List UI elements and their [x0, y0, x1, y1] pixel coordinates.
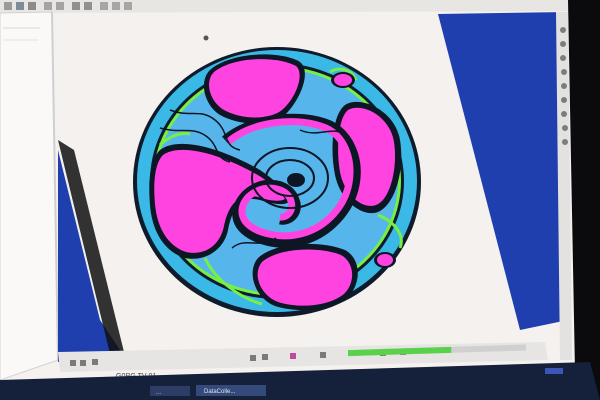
status-icon[interactable]	[92, 359, 98, 365]
status-icon[interactable]	[262, 354, 268, 360]
tool-icon[interactable]	[561, 83, 567, 89]
status-icon[interactable]	[80, 360, 86, 366]
pan-icon[interactable]	[112, 2, 120, 10]
tool-icon[interactable]	[560, 55, 566, 61]
status-icon[interactable]	[290, 353, 296, 359]
small-pocket-fill	[334, 74, 352, 86]
cad-model	[133, 47, 421, 317]
center-hole	[287, 173, 305, 187]
zoom-icon[interactable]	[100, 2, 108, 10]
rotate-icon[interactable]	[124, 2, 132, 10]
tool-icon[interactable]	[562, 139, 568, 145]
new-icon[interactable]	[4, 2, 12, 10]
photo-of-monitor: G0RG TV-01 ... DataColle...	[0, 0, 600, 400]
taskbar-app-label: DataColle...	[204, 389, 236, 395]
save-icon[interactable]	[28, 2, 36, 10]
undo-icon[interactable]	[44, 2, 52, 10]
mouse-cursor-icon	[203, 35, 209, 41]
left-panel	[0, 11, 59, 381]
pocket-bottom	[257, 249, 353, 306]
tool-icon[interactable]	[562, 125, 568, 131]
redo-icon[interactable]	[56, 2, 64, 10]
status-icon[interactable]	[320, 352, 326, 358]
tool-icon[interactable]	[560, 41, 566, 47]
status-icon[interactable]	[250, 355, 256, 361]
status-icon[interactable]	[70, 360, 76, 366]
tray-icon[interactable]	[545, 368, 563, 374]
paste-icon[interactable]	[84, 2, 92, 10]
taskbar-button-label: ...	[156, 390, 161, 396]
monitor-photo: G0RG TV-01 ... DataColle...	[0, 0, 600, 400]
tool-icon[interactable]	[561, 69, 567, 75]
copy-icon[interactable]	[72, 2, 80, 10]
small-pocket-fill	[377, 254, 393, 266]
open-icon[interactable]	[16, 2, 24, 10]
tool-icon[interactable]	[561, 97, 567, 103]
tool-icon[interactable]	[561, 111, 567, 117]
tool-icon[interactable]	[560, 27, 566, 33]
